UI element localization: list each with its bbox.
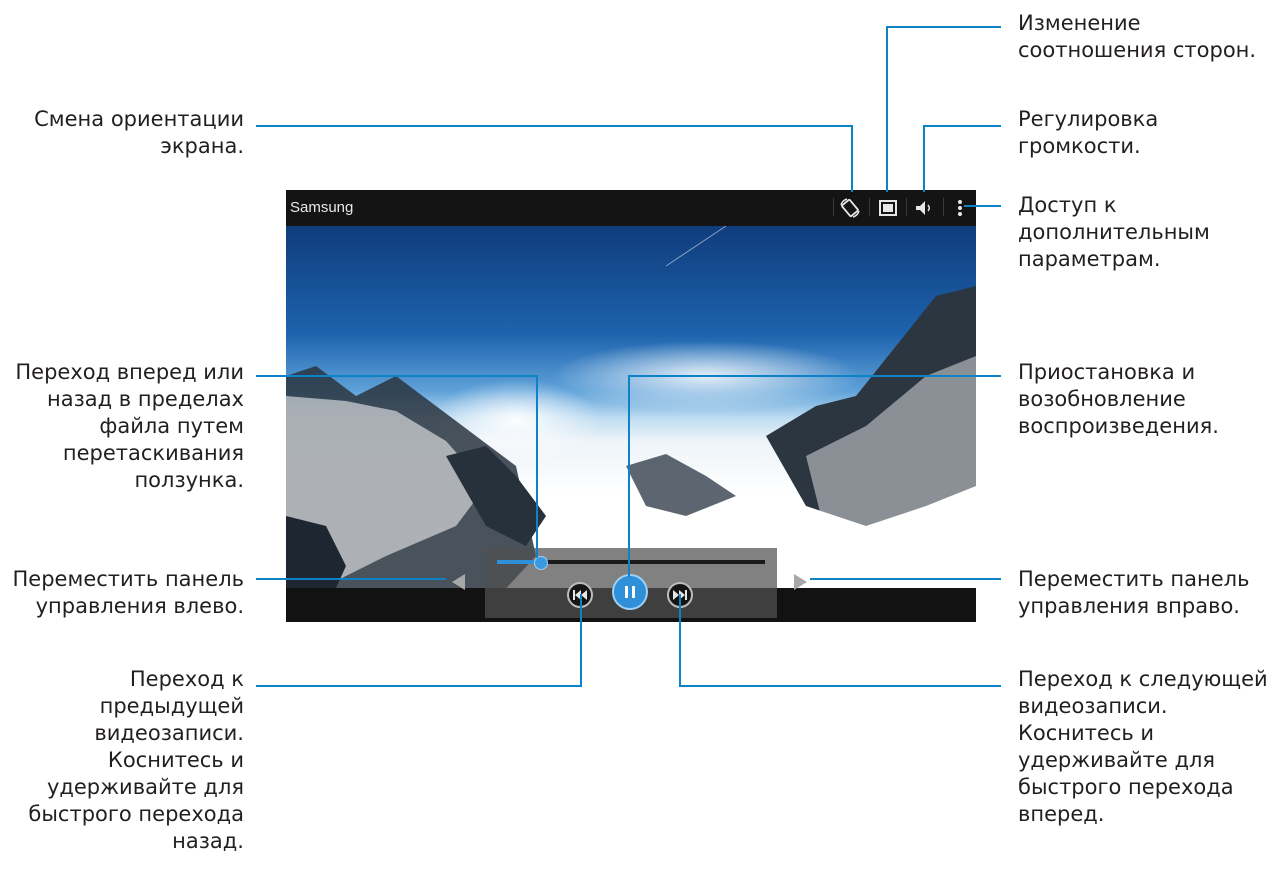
aspect-ratio-icon[interactable] (875, 195, 901, 221)
pause-icon (625, 586, 635, 598)
progress-track[interactable] (497, 556, 765, 570)
rotate-screen-icon[interactable] (837, 195, 863, 221)
progress-slider-thumb[interactable] (533, 556, 548, 570)
callout-pause-text: Приостановка и возобновление воспроизвед… (1018, 360, 1219, 438)
callout-volume-text: Регулировка громкости. (1018, 107, 1159, 158)
rewind-button[interactable] (567, 582, 593, 608)
move-left-arrow-icon[interactable] (452, 574, 465, 590)
toolbar-divider (906, 198, 907, 216)
video-title: Samsung (290, 199, 354, 216)
fast-forward-icon (673, 590, 687, 600)
callout-aspect-text: Изменение соотношения сторон. (1018, 11, 1257, 62)
toolbar-divider (869, 198, 870, 216)
callout-previous-text: Переход к предыдущей видеозаписи. Коснит… (28, 667, 244, 853)
callout-rotate-text: Смена ориентации экрана. (34, 107, 244, 158)
callout-next-text: Переход к следующей видеозаписи. Косните… (1018, 667, 1268, 826)
volume-icon[interactable] (911, 195, 937, 221)
video-player-screen: Samsung (286, 190, 976, 622)
playback-control-panel (485, 548, 777, 618)
more-options-icon[interactable] (947, 195, 973, 221)
pause-button[interactable] (612, 574, 648, 610)
move-right-arrow-icon[interactable] (794, 574, 807, 590)
fast-forward-button[interactable] (667, 582, 693, 608)
callout-move-right-text: Переместить панель управления вправо. (1018, 567, 1250, 618)
callout-more-text: Доступ к дополнительным параметрам. (1018, 193, 1210, 271)
callout-seek-text: Переход вперед или назад в пределах файл… (15, 360, 244, 492)
rewind-icon (573, 590, 587, 600)
top-toolbar: Samsung (286, 190, 976, 226)
toolbar-divider (833, 198, 834, 216)
callout-move-left-text: Переместить панель управления влево. (12, 567, 244, 618)
toolbar-divider (943, 198, 944, 216)
